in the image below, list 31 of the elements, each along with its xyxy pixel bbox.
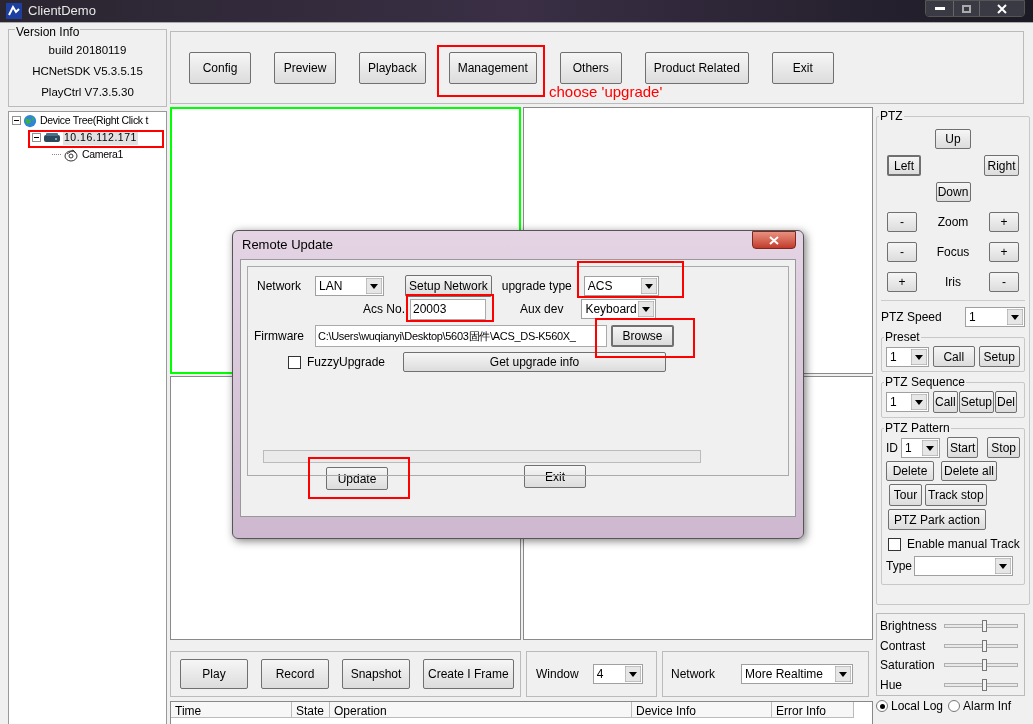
radio-label: Alarm Inf: [963, 698, 1012, 715]
group-title: Preset: [884, 329, 921, 346]
field-label: ID: [886, 439, 898, 457]
group-title: PTZ Pattern: [884, 420, 951, 437]
field-label: Firmware: [254, 328, 305, 345]
field-label: Type: [886, 558, 912, 575]
slider-label: Contrast: [880, 637, 927, 655]
field-label: upgrade type: [501, 278, 572, 295]
field-label: Network: [671, 666, 715, 683]
field-label: Acs No.: [363, 301, 405, 318]
slider-label: Brightness: [880, 617, 938, 635]
group-title: PTZ Sequence: [884, 374, 967, 391]
ptz-label: Zoom: [937, 214, 969, 231]
field-label: PTZ Speed: [881, 309, 942, 326]
ptz-label: Focus: [936, 244, 970, 261]
radio-label: Local Log: [891, 698, 944, 715]
checkbox-label: Enable manual Track: [907, 536, 1020, 553]
annotation-text: choose 'upgrade': [549, 83, 663, 101]
dialog-title: Remote Update: [241, 236, 334, 255]
field-label: Network: [257, 278, 302, 295]
field-label: Aux dev: [520, 301, 564, 318]
window-title: ClientDemo: [28, 2, 96, 21]
version-text: build 20180119: [48, 43, 127, 57]
version-text: HCNetSDK V5.3.5.15: [32, 64, 143, 78]
checkbox-label: FuzzyUpgrade: [307, 354, 386, 371]
version-text: PlayCtrl V7.3.5.30: [41, 85, 134, 99]
slider-label: Saturation: [880, 657, 936, 675]
ptz-label: Iris: [945, 274, 961, 291]
group-title: PTZ: [879, 108, 904, 125]
field-label: Window: [536, 666, 579, 683]
slider-label: Hue: [880, 677, 903, 695]
